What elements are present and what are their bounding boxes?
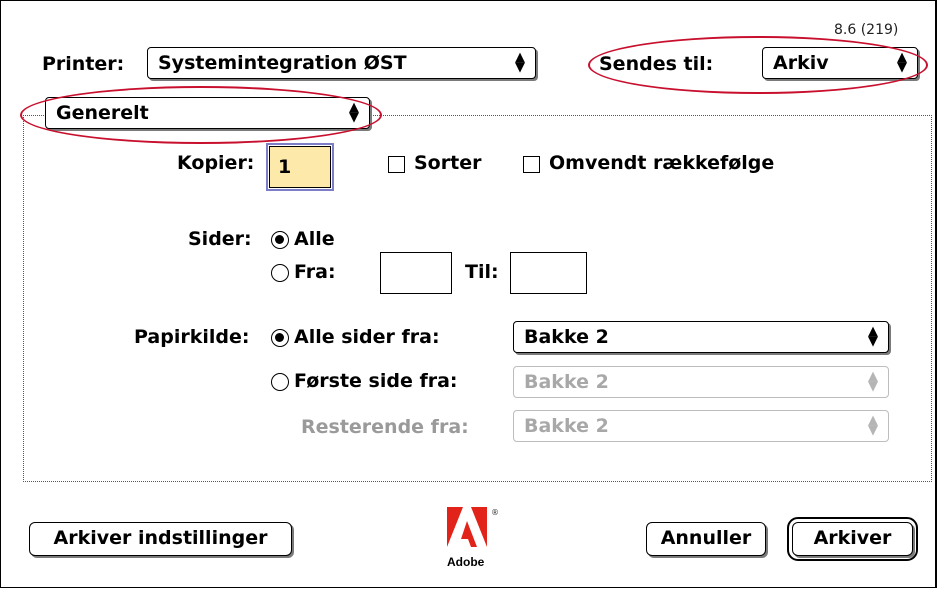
destination-label: Sendes til: [599,53,714,75]
paper-all-pages-select[interactable]: Bakke 2 ▲ ▼ [513,321,889,353]
paper-remaining-label: Resterende fra: [301,416,469,438]
reverse-order-label: Omvendt rækkefølge [549,152,775,174]
paper-all-pages-value: Bakke 2 [524,326,609,348]
paper-source-label: Papirkilde: [134,326,250,348]
pages-to-label: Til: [465,261,499,283]
pages-from-label: Fra: [294,261,336,283]
copies-value: 1 [278,156,292,178]
chevron-updown-icon: ▲ ▼ [868,324,878,349]
paper-all-pages-radio[interactable] [271,329,289,347]
paper-first-page-label: Første side fra: [294,370,458,392]
destination-select-value: Arkiv [773,52,829,74]
paper-all-pages-label: Alle sider fra: [294,326,440,348]
reverse-order-checkbox[interactable] [523,156,540,173]
chevron-updown-icon: ▲ ▼ [868,413,878,438]
paper-first-page-value: Bakke 2 [524,371,609,393]
copies-input[interactable]: 1 [266,143,334,191]
chevron-updown-icon: ▲ ▼ [349,100,359,125]
pages-from-input[interactable] [380,252,452,294]
version-label: 8.6 (219) [834,22,899,38]
collate-checkbox[interactable] [388,156,405,173]
paper-first-page-select[interactable]: Bakke 2 ▲ ▼ [513,366,889,398]
chevron-updown-icon: ▲ ▼ [515,50,525,75]
panel-select[interactable]: Generelt ▲ ▼ [45,97,370,129]
destination-select[interactable]: Arkiv ▲ ▼ [762,47,918,79]
paper-remaining-select[interactable]: Bakke 2 ▲ ▼ [513,410,889,442]
pages-all-label: Alle [294,228,335,250]
save-button[interactable]: Arkiver [787,517,918,561]
pages-label: Sider: [188,228,252,250]
chevron-updown-icon: ▲ ▼ [897,50,907,75]
panel-select-value: Generelt [56,102,149,124]
pages-all-radio[interactable] [271,231,289,249]
collate-label: Sorter [414,152,482,174]
printer-label: Printer: [42,53,125,75]
copies-label: Kopier: [177,152,255,174]
paper-first-page-radio[interactable] [271,373,289,391]
printer-select-value: Systemintegration ØST [158,52,407,74]
printer-select[interactable]: Systemintegration ØST ▲ ▼ [147,47,536,79]
adobe-logo: ® Adobe [447,507,499,569]
pages-to-input[interactable] [510,252,587,294]
svg-text:®: ® [491,508,499,517]
adobe-logo-icon: ® [447,507,499,547]
save-settings-button[interactable]: Arkiver indstillinger [29,522,292,556]
paper-remaining-value: Bakke 2 [524,415,609,437]
chevron-updown-icon: ▲ ▼ [868,369,878,394]
adobe-logo-text: Adobe [447,555,485,569]
cancel-button[interactable]: Annuller [646,522,766,556]
pages-from-radio[interactable] [271,264,289,282]
